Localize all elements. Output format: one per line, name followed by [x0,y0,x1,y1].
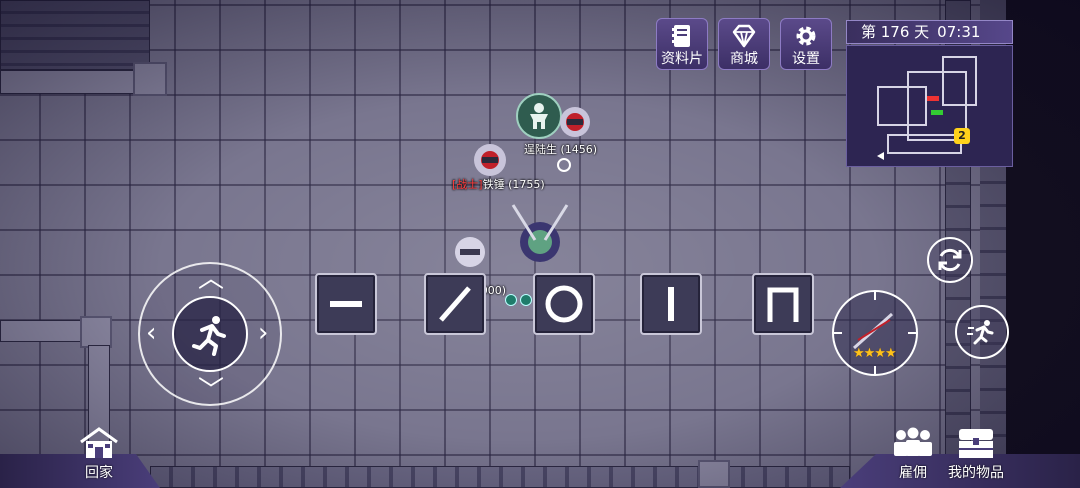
hire-button[interactable]: 雇佣 [888,426,938,482]
shape-horizontal-button[interactable] [315,273,377,335]
chest-icon [959,429,993,458]
day-time-bar: 第 176 天 07:31 [846,20,1013,44]
movement-joystick[interactable]: ︿ ﹀ ‹ › [138,262,282,406]
arch-icon [767,287,799,322]
wall-pillar [133,62,167,96]
wall-block [0,0,150,70]
group-icon [894,427,932,456]
arrow-down-icon[interactable]: ﹀ [198,378,224,404]
minimap-enemy-marker [927,96,939,101]
unit-name-label: [战士]铁锤 (1755) [452,176,545,192]
inventory-button[interactable]: 我的物品 [948,426,1004,482]
settings-label: 设置 [792,51,820,67]
minimap[interactable]: 2 [846,45,1013,167]
refresh-icon [938,248,962,272]
run-button[interactable] [172,296,248,372]
flee-icon [967,320,994,345]
house-icon [80,427,118,458]
player-sprite[interactable] [505,200,575,270]
minimap-ally-marker [931,110,943,115]
minimap-corridor [887,134,962,154]
minimap-player-marker [877,152,884,160]
person-icon [530,103,548,129]
wall-pillar [80,316,112,348]
inventory-label: 我的物品 [948,465,1004,481]
vertical-line-icon [668,287,674,321]
buff-icon [520,294,532,306]
settings-button[interactable]: 设置 [780,18,832,70]
unit-name-label: 逞陆生 (1456) [524,143,598,156]
horizontal-line-icon [330,301,362,307]
unit-name-text: 铁锤 (1755) [482,178,545,191]
hire-label: 雇佣 [899,465,927,481]
diamond-icon [732,24,756,48]
attack-target-button[interactable] [832,290,918,376]
flee-button[interactable] [955,305,1009,359]
arrow-right-icon[interactable]: › [258,320,268,346]
buff-icon [505,294,517,306]
shop-button[interactable]: 商城 [718,18,770,70]
expansion-label: 资料片 [661,51,703,67]
minimap-corridor [942,56,977,106]
minimap-quest-marker: 2 [954,128,970,144]
shape-arch-button[interactable] [752,273,814,335]
crosshair-weapon-icon [832,290,918,376]
running-person-icon [192,316,226,356]
refresh-button[interactable] [927,237,973,283]
clock: 07:31 [937,23,981,41]
day-counter: 第 176 天 [861,23,930,41]
wall-pillar [698,460,730,488]
arrow-up-icon[interactable]: ︿ [198,266,224,292]
zoom-icon[interactable] [557,158,571,172]
shop-label: 商城 [730,51,758,67]
gear-icon [796,26,816,46]
enemy-sprite[interactable] [556,100,594,144]
shape-diagonal-button[interactable] [424,273,486,335]
shape-circle-button[interactable] [533,273,595,335]
weapon-star-rating: ★★★★ [853,346,897,361]
expansion-button[interactable]: 资料片 [656,18,708,70]
home-button[interactable]: 回家 [77,426,121,482]
diagonal-line-icon [439,286,471,322]
book-icon [672,25,690,47]
ally-sprite[interactable] [450,232,490,272]
game-map[interactable]: 逞陆生 (1456) [战士]铁锤 (1755) 姜娜 (1000) ︿ ﹀ ‹… [0,0,1080,488]
wall-bottom-strip [150,466,850,488]
unit-class-tag: [战士] [452,178,483,191]
arrow-left-icon[interactable]: ‹ [146,320,156,346]
shape-vertical-button[interactable] [640,273,702,335]
circle-icon [545,285,583,323]
home-label: 回家 [85,465,113,481]
